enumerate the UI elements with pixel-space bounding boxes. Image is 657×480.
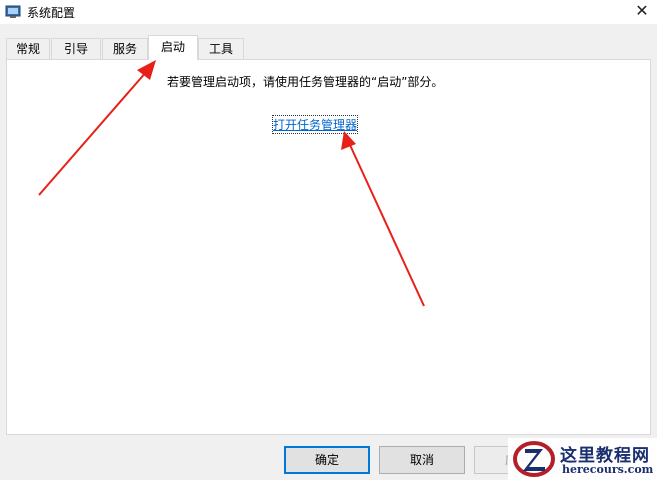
watermark-url: herecours.com bbox=[562, 463, 654, 476]
tab-boot[interactable]: 引导 bbox=[51, 38, 101, 59]
title-bar: 系统配置 ✕ bbox=[0, 0, 657, 24]
ok-button[interactable]: 确定 bbox=[284, 446, 370, 474]
tab-tools[interactable]: 工具 bbox=[198, 38, 244, 59]
msconfig-icon bbox=[5, 5, 21, 18]
tab-startup[interactable]: 启动 bbox=[148, 35, 198, 60]
close-icon[interactable]: ✕ bbox=[627, 0, 657, 24]
startup-panel: 若要管理启动项，请使用任务管理器的“启动”部分。 打开任务管理器 bbox=[6, 59, 651, 435]
watermark: 这里教程网 herecours.com bbox=[508, 438, 657, 480]
tab-general[interactable]: 常规 bbox=[6, 38, 50, 59]
site-logo-icon bbox=[513, 441, 555, 477]
cancel-button[interactable]: 取消 bbox=[379, 446, 465, 474]
open-task-manager-link[interactable]: 打开任务管理器 bbox=[271, 115, 359, 134]
startup-message: 若要管理启动项，请使用任务管理器的“启动”部分。 bbox=[167, 75, 444, 89]
window-title: 系统配置 bbox=[27, 6, 76, 20]
tab-services[interactable]: 服务 bbox=[102, 38, 148, 59]
